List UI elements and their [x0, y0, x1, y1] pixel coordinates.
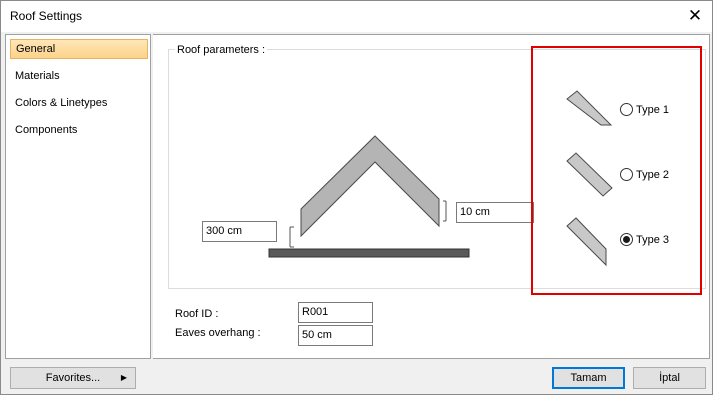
- type2-profile-icon: [566, 152, 613, 197]
- arrow-right-icon: ▶: [120, 373, 127, 382]
- type3-option[interactable]: Type 3: [620, 233, 669, 246]
- roof-id-label: Roof ID :: [175, 308, 219, 320]
- roof-settings-dialog: Roof Settings ✕ General Materials Colors…: [0, 0, 713, 395]
- favorites-label: Favorites...: [45, 372, 101, 384]
- cancel-button[interactable]: İptal: [633, 367, 706, 389]
- dialog-button-bar: Favorites... ▶ Tamam İptal: [1, 361, 712, 394]
- type2-radio[interactable]: [620, 168, 633, 181]
- content-panel: Roof parameters : 300 cm 10 cm Type 1 Ty…: [153, 34, 710, 359]
- eaves-overhang-label: Eaves overhang :: [175, 327, 261, 339]
- sidebar-item-components[interactable]: Components: [10, 120, 148, 140]
- sidebar-item-materials[interactable]: Materials: [10, 66, 148, 86]
- sidebar-item-colors-linetypes[interactable]: Colors & Linetypes: [10, 93, 148, 113]
- type1-radio[interactable]: [620, 103, 633, 116]
- window-title: Roof Settings: [10, 9, 83, 23]
- title-bar: Roof Settings ✕: [1, 1, 712, 32]
- base-slab-shape: [268, 248, 470, 258]
- roof-profile-shape: [300, 135, 440, 238]
- eaves-overhang-field[interactable]: 50 cm: [298, 325, 373, 346]
- roof-thickness-field[interactable]: 10 cm: [456, 202, 534, 223]
- type2-label: Type 2: [636, 168, 670, 181]
- favorites-button[interactable]: Favorites... ▶: [10, 367, 136, 389]
- type3-label: Type 3: [636, 233, 670, 246]
- height-dimension-bracket: [289, 226, 294, 248]
- roof-height-field[interactable]: 300 cm: [202, 221, 277, 242]
- type2-option[interactable]: Type 2: [620, 168, 669, 181]
- close-icon[interactable]: ✕: [684, 5, 706, 27]
- category-sidebar: General Materials Colors & Linetypes Com…: [5, 34, 151, 359]
- thickness-dimension-bracket: [443, 200, 447, 222]
- roof-id-field[interactable]: R001: [298, 302, 373, 323]
- roof-section-diagram: [268, 90, 613, 267]
- type1-option[interactable]: Type 1: [620, 103, 669, 116]
- type3-radio[interactable]: [620, 233, 633, 246]
- type1-label: Type 1: [636, 103, 670, 116]
- type1-profile-icon: [566, 90, 613, 126]
- ok-button[interactable]: Tamam: [552, 367, 625, 389]
- sidebar-item-general[interactable]: General: [10, 39, 148, 59]
- type3-profile-icon: [566, 217, 607, 267]
